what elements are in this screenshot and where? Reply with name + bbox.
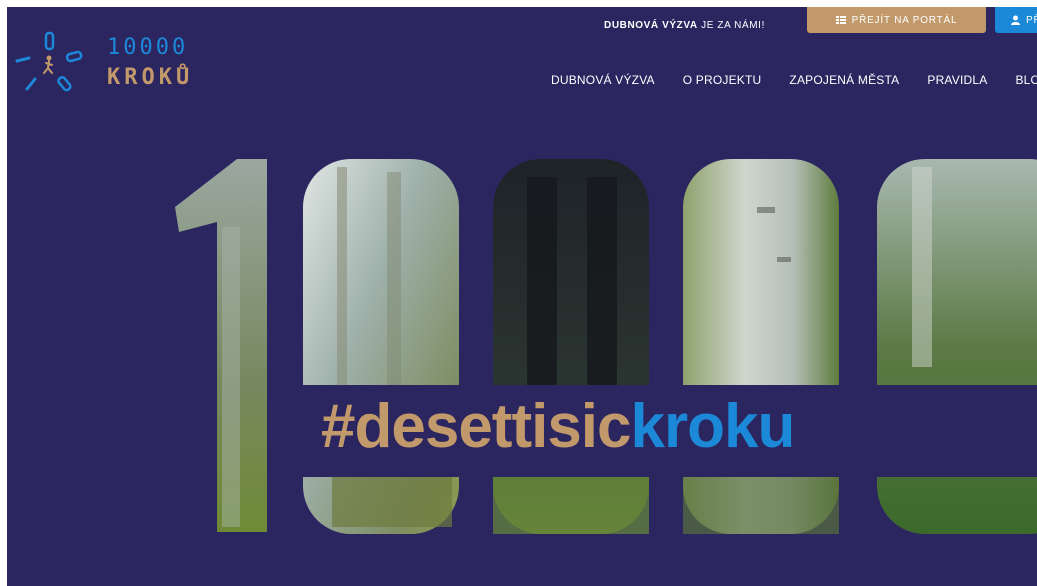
announcement-rest: JE ZA NÁMI! [697,20,765,31]
announcement-bold: DUBNOVÁ VÝZVA [604,20,698,31]
portal-button-label: PŘEJÍT NA PORTÁL [851,14,958,26]
digit-one-shape [175,159,267,532]
user-icon [1011,15,1020,25]
hashtag-part-gold-2: sic [547,392,631,461]
hashtag-part-blue: kroku [630,392,796,461]
nav-item-o-projektu[interactable]: O PROJEKTU [683,73,762,87]
announcement-text: DUBNOVÁ VÝZVA JE ZA NÁMI! [604,20,765,31]
logo-word: KROKŮ [107,65,194,90]
logo-number: 10000 [107,35,189,60]
nav-item-dubnova-vyzva[interactable]: DUBNOVÁ VÝZVA [551,73,655,87]
login-button[interactable]: PŘ [995,7,1037,33]
grid-list-icon [835,16,846,24]
nav-item-blog[interactable]: BLOG [1015,73,1037,87]
main-nav: DUBNOVÁ VÝZVA O PROJEKTU ZAPOJENÁ MĚSTA … [551,73,1037,87]
site-logo[interactable]: 10000 KROKŮ [15,31,195,101]
page-frame: #desettisickroku 10000 KROKŮ DUBNOVÁ VÝZ… [7,7,1037,586]
hero-hashtag: #desettisickroku [321,391,796,462]
hashtag-part-gold: #desetti [321,392,548,461]
nav-item-zapojena-mesta[interactable]: ZAPOJENÁ MĚSTA [789,73,899,87]
portal-button[interactable]: PŘEJÍT NA PORTÁL [807,7,986,33]
login-button-label: PŘ [1026,14,1037,26]
walker-logo-icon [15,31,83,92]
digit-zero-4 [877,159,1037,534]
nav-item-pravidla[interactable]: PRAVIDLA [927,73,987,87]
